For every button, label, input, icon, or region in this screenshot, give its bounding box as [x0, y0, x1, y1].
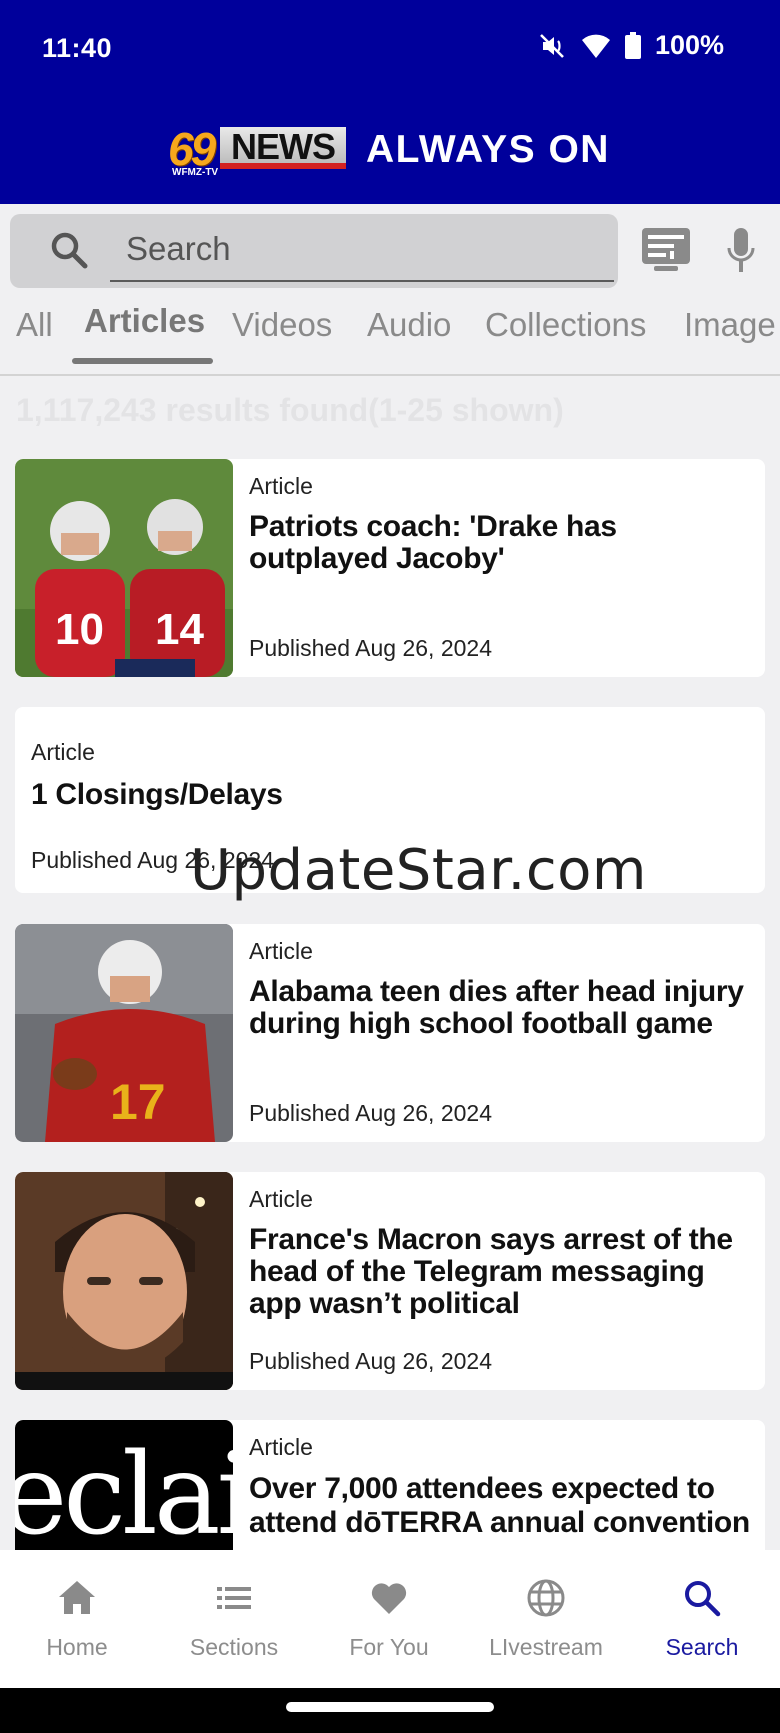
content-type-tabs: All Articles Videos Audio Collections Im…: [0, 288, 780, 376]
article-card[interactable]: 10 14 Article Patriots coach: 'Drake has…: [15, 459, 765, 677]
home-icon: [59, 1581, 95, 1614]
article-type-label: Article: [249, 473, 313, 499]
search-area: [0, 204, 780, 288]
microphone-icon[interactable]: [726, 226, 756, 276]
eclair-logo-text: eclai: [15, 1430, 233, 1560]
article-card[interactable]: 17 Article Alabama teen dies after head …: [15, 924, 765, 1142]
bottom-navigation: Home Sections For You LIvestream Search: [0, 1550, 780, 1688]
search-icon: [51, 232, 88, 269]
svg-text:14: 14: [155, 605, 204, 654]
article-date: Published Aug 26, 2024: [249, 1348, 492, 1374]
svg-text:17: 17: [110, 1074, 166, 1130]
active-tab-indicator: [72, 358, 213, 364]
globe-icon: [527, 1579, 565, 1617]
battery-icon: [624, 32, 641, 59]
article-title[interactable]: Patriots coach: 'Drake has outplayed Jac…: [249, 511, 751, 575]
article-thumbnail: eclai: [15, 1420, 233, 1560]
tab-audio[interactable]: Audio: [367, 306, 451, 344]
tab-collections[interactable]: Collections: [485, 306, 646, 344]
article-title[interactable]: France's Macron says arrest of the head …: [249, 1224, 751, 1320]
status-bar: 11:40 100%: [0, 0, 780, 96]
nav-for-you[interactable]: For You: [314, 1578, 464, 1661]
search-box[interactable]: [10, 214, 618, 288]
tab-images[interactable]: Image: [684, 306, 776, 344]
article-type-label: Article: [249, 1186, 313, 1212]
nav-home[interactable]: Home: [2, 1578, 152, 1661]
nav-label: LIvestream: [489, 1634, 603, 1660]
article-title[interactable]: 1 Closings/Delays: [31, 779, 283, 811]
station-logo[interactable]: NEWS 69 WFMZ-TV: [168, 123, 346, 179]
tab-videos[interactable]: Videos: [232, 306, 332, 344]
mute-icon: [540, 33, 564, 58]
list-icon: [217, 1587, 251, 1609]
home-gesture-handle[interactable]: [286, 1702, 494, 1712]
wifi-icon: [581, 34, 610, 58]
results-count: 1,117,243 results found(1-25 shown): [16, 392, 564, 428]
status-icons: 100%: [537, 30, 724, 61]
article-date: Published Aug 26, 2024: [249, 635, 492, 661]
article-thumbnail: 10 14: [15, 459, 233, 677]
search-input[interactable]: [110, 218, 614, 282]
tagline: ALWAYS ON: [366, 128, 610, 171]
article-card[interactable]: Article France's Macron says arrest of t…: [15, 1172, 765, 1390]
filter-settings-icon[interactable]: [640, 226, 692, 274]
article-thumbnail: 17: [15, 924, 233, 1142]
article-type-label: Article: [249, 938, 313, 964]
logo-news-text: NEWS: [220, 127, 346, 169]
nav-label: Sections: [189, 1634, 279, 1660]
heart-icon: [371, 1583, 407, 1614]
watermark: UpdateStar.com: [190, 838, 647, 903]
article-date: Published Aug 26, 2024: [249, 1100, 492, 1126]
tab-all[interactable]: All: [16, 306, 53, 344]
svg-text:10: 10: [55, 605, 104, 654]
nav-sections[interactable]: Sections: [159, 1578, 309, 1661]
system-navigation-bar: [0, 1688, 780, 1733]
nav-label: Home: [46, 1634, 108, 1660]
tab-articles[interactable]: Articles: [84, 302, 205, 340]
article-title[interactable]: Over 7,000 attendees expected to attend …: [249, 1472, 751, 1540]
article-type-label: Article: [31, 739, 95, 765]
battery-percent: 100%: [654, 30, 724, 60]
brand-header: NEWS 69 WFMZ-TV ALWAYS ON: [0, 96, 780, 204]
article-card[interactable]: eclai Article Over 7,000 attendees expec…: [15, 1420, 765, 1560]
logo-subtitle: WFMZ-TV: [170, 167, 221, 178]
article-type-label: Article: [249, 1434, 313, 1460]
nav-livestream[interactable]: LIvestream: [471, 1578, 621, 1661]
nav-search[interactable]: Search: [627, 1578, 777, 1661]
article-title[interactable]: Alabama teen dies after head injury duri…: [249, 976, 751, 1040]
search-icon: [685, 1581, 721, 1617]
nav-label: Search: [665, 1634, 739, 1660]
nav-label: For You: [349, 1634, 429, 1660]
status-time: 11:40: [42, 33, 113, 63]
article-thumbnail: [15, 1172, 233, 1390]
